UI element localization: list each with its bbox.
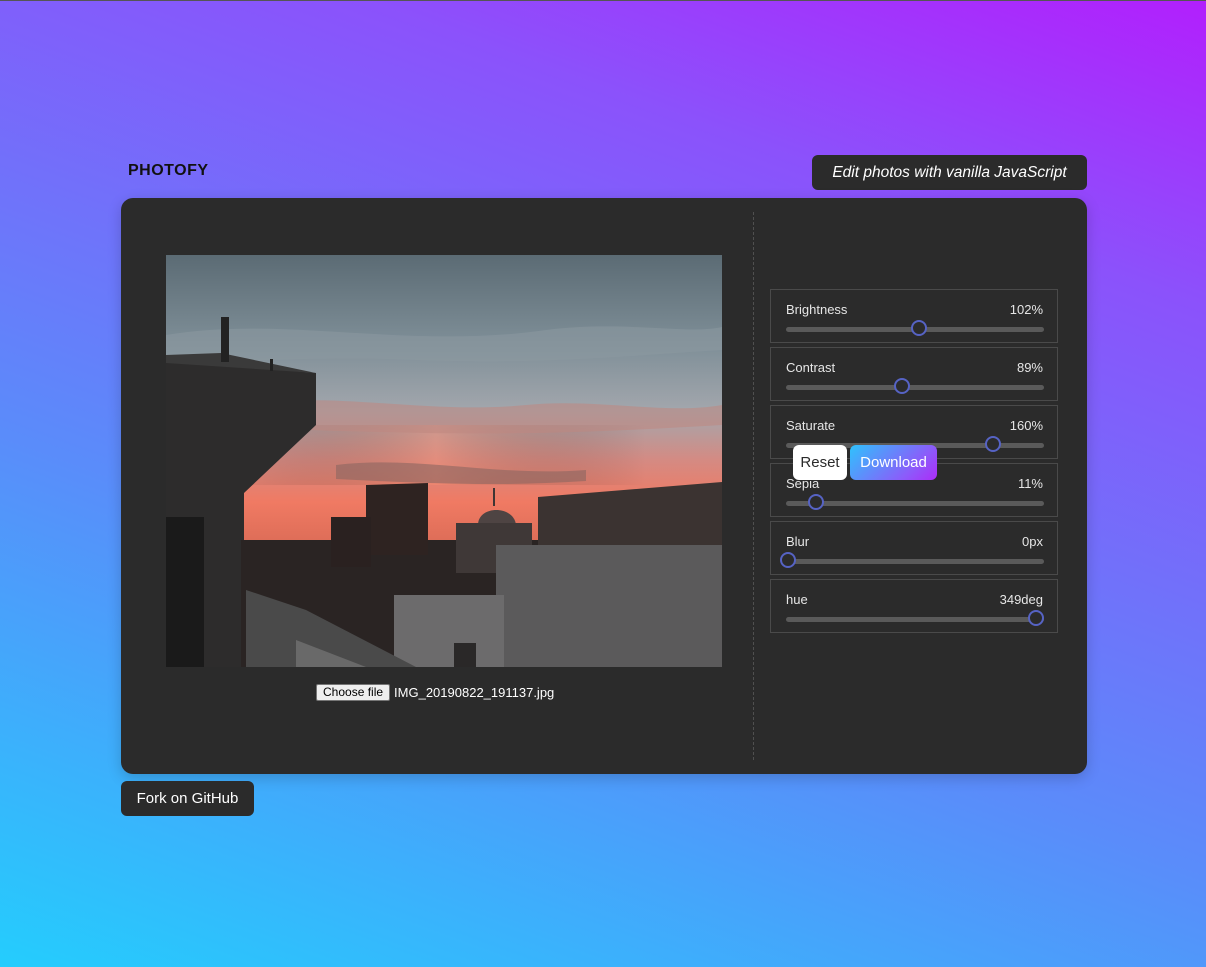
top-border-line — [0, 0, 1206, 1]
filter-value: 102% — [1009, 302, 1043, 317]
filter-value: 0px — [1022, 534, 1043, 549]
action-buttons: Reset Download — [793, 445, 937, 480]
filter-value: 349deg — [999, 592, 1043, 607]
filter-value: 160% — [1009, 418, 1043, 433]
slider-track[interactable] — [786, 617, 1044, 622]
slider-track[interactable] — [786, 385, 1044, 390]
filter-label: Saturate — [786, 418, 836, 433]
slider-thumb[interactable] — [780, 552, 796, 568]
download-button[interactable]: Download — [850, 445, 937, 480]
filter-contrast: Contrast 89% — [770, 347, 1058, 401]
slider-track[interactable] — [786, 501, 1044, 506]
photo-preview — [166, 255, 722, 667]
editor-card: Choose file IMG_20190822_191137.jpg Brig… — [121, 198, 1087, 774]
sunset-photo — [166, 255, 722, 667]
filter-value: 89% — [1016, 360, 1043, 375]
tagline-badge: Edit photos with vanilla JavaScript — [812, 155, 1087, 190]
slider-thumb[interactable] — [910, 320, 927, 336]
filter-hue: hue 349deg — [770, 579, 1058, 633]
slider-thumb[interactable] — [1028, 610, 1045, 626]
filter-label: Blur — [786, 534, 810, 549]
filter-label: Brightness — [786, 302, 848, 317]
slider-track[interactable] — [786, 559, 1044, 564]
filter-value: 11% — [1017, 476, 1043, 491]
filter-label: Contrast — [786, 360, 836, 375]
fork-github-button[interactable]: Fork on GitHub — [121, 781, 254, 816]
slider-thumb[interactable] — [808, 494, 825, 510]
brand-title: PHOTOFY — [128, 162, 209, 179]
filter-label: hue — [786, 592, 808, 607]
file-name-label: IMG_20190822_191137.jpg — [394, 684, 555, 700]
slider-thumb[interactable] — [893, 378, 910, 394]
filter-brightness: Brightness 102% — [770, 289, 1058, 343]
choose-file-button[interactable]: Choose file — [316, 683, 391, 701]
file-picker: Choose file IMG_20190822_191137.jpg — [316, 683, 554, 701]
panel-divider — [753, 212, 754, 760]
reset-button[interactable]: Reset — [793, 445, 847, 480]
slider-thumb[interactable] — [984, 436, 1001, 452]
filter-blur: Blur 0px — [770, 521, 1058, 575]
